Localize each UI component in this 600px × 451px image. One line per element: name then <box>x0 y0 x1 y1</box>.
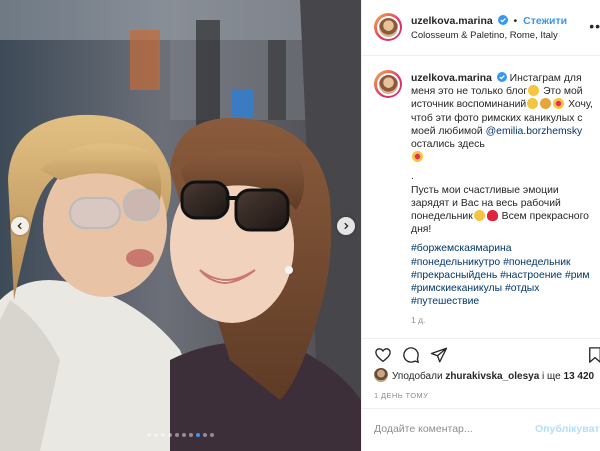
caption-username[interactable]: uzelkova.marina <box>411 73 492 84</box>
post-side-panel: uzelkova.marina • Стежити Colosseum & Pa… <box>361 0 600 451</box>
likes-middle: і ще <box>539 371 564 382</box>
hashtag-link[interactable]: #путешествие <box>411 296 479 307</box>
carousel-dot <box>175 433 179 437</box>
caption-avatar[interactable] <box>374 70 402 98</box>
praying-hands-emoji-icon <box>540 98 552 110</box>
carousel-dot <box>189 433 193 437</box>
comment-input[interactable] <box>374 423 524 435</box>
like-heart-icon[interactable] <box>374 346 392 364</box>
hashtag-link[interactable]: #понедельник <box>503 257 571 268</box>
hashtag-list: #боржемскаямарина #понедельникутро #поне… <box>411 242 599 308</box>
carousel-dot <box>196 433 200 437</box>
action-bar <box>362 338 600 369</box>
location-link[interactable]: Colosseum & Paletino, Rome, Italy <box>411 30 558 41</box>
avatar[interactable] <box>374 13 402 41</box>
heart-eyes-emoji-icon <box>412 151 423 163</box>
heart-eyes-emoji-icon <box>553 98 565 110</box>
hashtag-link[interactable]: #отдых <box>505 283 539 294</box>
carousel-dot <box>168 433 172 437</box>
caption-area: uzelkova.marina Инстаграм для меня это н… <box>362 56 600 338</box>
hashtag-link[interactable]: #боржемскаямарина <box>411 243 512 254</box>
liker-avatar[interactable] <box>374 368 388 382</box>
carousel-dot <box>182 433 186 437</box>
post-timestamp[interactable]: 1 ДЕНЬ ТОМУ <box>374 391 428 400</box>
mention-link[interactable]: @emilia.borzhemsky <box>486 126 583 137</box>
header-user-line: uzelkova.marina • Стежити <box>411 15 567 27</box>
hashtag-link[interactable]: #рим <box>565 270 590 281</box>
post-header: uzelkova.marina • Стежити Colosseum & Pa… <box>362 0 600 56</box>
post-photo[interactable] <box>0 0 361 451</box>
comment-box: Опублікувати <box>362 408 600 451</box>
carousel-dot <box>154 433 158 437</box>
caption-line2-b: остались здесь <box>411 139 485 151</box>
caption-text: uzelkova.marina Инстаграм для меня это н… <box>411 72 599 328</box>
carousel-dot <box>203 433 207 437</box>
hashtag-link[interactable]: #настроение <box>500 270 562 281</box>
smiling-face-emoji-icon <box>473 210 485 222</box>
carousel-dot <box>210 433 214 437</box>
publish-comment-button[interactable]: Опублікувати <box>535 423 600 435</box>
hashtag-link[interactable]: #прекрасныйдень <box>411 270 497 281</box>
carousel-indicators <box>0 433 361 437</box>
hashtag-link[interactable]: #римскиеканикулы <box>411 283 502 294</box>
hashtag-link[interactable]: #понедельникутро <box>411 257 500 268</box>
comment-icon[interactable] <box>402 346 420 364</box>
verified-badge-icon <box>497 15 508 25</box>
username-link[interactable]: uzelkova.marina <box>411 15 493 27</box>
share-icon[interactable] <box>430 346 448 364</box>
likes-prefix: Уподобали <box>392 371 446 382</box>
follow-button[interactable]: Стежити <box>523 15 567 27</box>
liker-username[interactable]: zhurakivska_olesya <box>445 371 539 382</box>
carousel-prev-button[interactable] <box>11 217 29 235</box>
chevron-left-icon <box>17 222 22 230</box>
pointing-hand-emoji-icon <box>528 85 540 97</box>
verified-badge-icon <box>496 72 507 82</box>
photo-image <box>0 0 361 451</box>
chevron-right-icon <box>344 222 349 230</box>
carousel-dot <box>147 433 151 437</box>
carousel-dot <box>161 433 165 437</box>
smiling-face-emoji-icon <box>527 98 539 110</box>
likes-summary: Уподобали zhurakivska_olesya і ще 13 420 <box>374 368 600 384</box>
bookmark-icon[interactable] <box>586 346 600 364</box>
caption-dot: . <box>411 171 414 183</box>
carousel-next-button[interactable] <box>337 217 355 235</box>
separator: • <box>513 15 518 27</box>
caption-age: 1 д. <box>411 315 426 326</box>
likes-count[interactable]: 13 420 <box>564 371 595 382</box>
red-heart-emoji-icon <box>486 210 498 222</box>
more-options-icon[interactable]: ••• <box>589 18 600 34</box>
